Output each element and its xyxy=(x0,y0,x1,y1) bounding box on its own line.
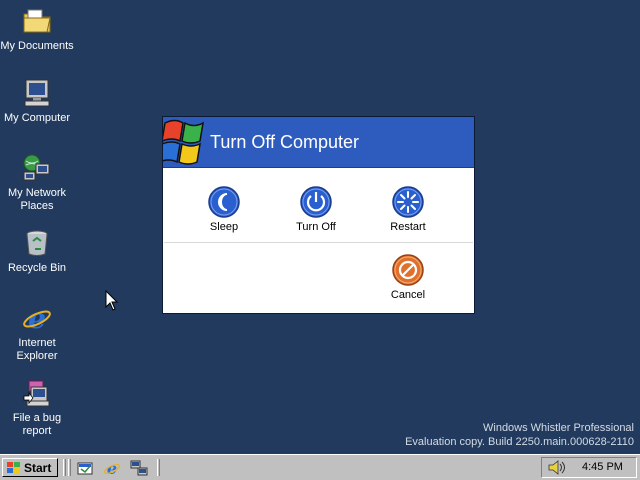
restart-label: Restart xyxy=(390,221,426,233)
taskbar-grip[interactable] xyxy=(63,459,66,476)
taskbar-grip[interactable] xyxy=(157,459,160,476)
dialog-header: Turn Off Computer xyxy=(163,117,474,168)
desktop-icon-label: My Documents xyxy=(0,40,74,52)
desktop-icon-my-documents[interactable]: My Documents xyxy=(0,5,75,53)
sleep-label: Sleep xyxy=(209,221,239,233)
windows-logo-icon xyxy=(163,119,204,165)
desktop-icon-internet-explorer[interactable]: e Internet Explorer xyxy=(0,302,75,363)
desktop-icon-my-network-places[interactable]: My Network Places xyxy=(0,152,75,213)
svg-text:e: e xyxy=(28,302,46,334)
desktop-icon-recycle-bin[interactable]: Recycle Bin xyxy=(0,227,75,275)
build-watermark: Windows Whistler Professional Evaluation… xyxy=(405,421,634,449)
folder-icon xyxy=(23,9,51,33)
start-button[interactable]: Start xyxy=(2,458,58,477)
network-icon[interactable] xyxy=(130,459,148,477)
cancel-label: Cancel xyxy=(390,289,426,301)
desktop-icon-label: Recycle Bin xyxy=(7,262,67,274)
network-icon xyxy=(23,154,50,181)
volume-icon[interactable] xyxy=(547,459,565,476)
cancel-button[interactable]: Cancel xyxy=(373,253,443,301)
sleep-button[interactable]: Sleep xyxy=(189,185,259,233)
bug-report-icon xyxy=(23,380,50,407)
desktop-icon-label: File a bug report xyxy=(12,412,62,437)
watermark-edition: Windows Whistler Professional xyxy=(483,422,634,434)
windows-flag-icon xyxy=(7,462,20,473)
start-label: Start xyxy=(24,461,52,475)
recycle-bin-icon xyxy=(26,230,48,256)
mouse-cursor-icon xyxy=(105,290,119,311)
power-icon xyxy=(300,186,332,218)
turn-off-label: Turn Off xyxy=(296,221,336,233)
taskbar: Start e 4:45 PM xyxy=(0,454,640,480)
clock[interactable]: 4:45 PM xyxy=(582,461,623,473)
watermark-build: Evaluation copy. Build 2250.main.000628-… xyxy=(405,436,634,448)
taskbar-grip[interactable] xyxy=(68,459,71,476)
turn-off-button[interactable]: Turn Off xyxy=(281,185,351,233)
show-desktop-icon[interactable] xyxy=(76,459,94,477)
internet-explorer-icon[interactable]: e xyxy=(103,459,121,477)
restart-icon xyxy=(392,186,424,218)
moon-icon xyxy=(208,186,240,218)
desktop-icon-label: Internet Explorer xyxy=(16,337,58,362)
system-tray: 4:45 PM xyxy=(541,457,637,478)
desktop-icon-label: My Computer xyxy=(3,112,71,124)
cancel-icon xyxy=(392,254,424,286)
dialog-title: Turn Off Computer xyxy=(210,132,360,152)
turn-off-computer-dialog: Turn Off Computer Sleep Turn Off Restart… xyxy=(162,116,475,314)
restart-button[interactable]: Restart xyxy=(373,185,443,233)
desktop-icon-my-computer[interactable]: My Computer xyxy=(0,77,75,125)
dialog-divider xyxy=(164,242,473,243)
desktop-icon-file-a-bug-report[interactable]: File a bug report xyxy=(0,377,75,438)
computer-icon xyxy=(24,79,50,107)
internet-explorer-icon: e xyxy=(23,302,51,334)
desktop-icon-label: My Network Places xyxy=(7,187,67,212)
